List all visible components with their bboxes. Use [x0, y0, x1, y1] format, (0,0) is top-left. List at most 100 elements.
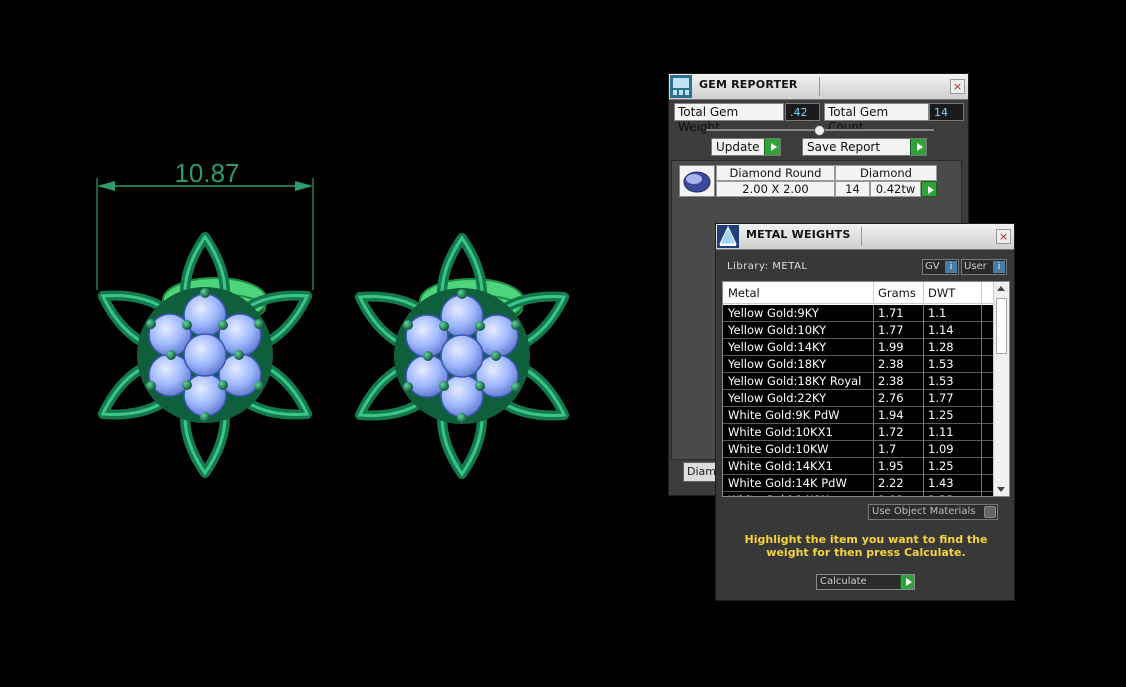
- titlebar-separator: [819, 77, 820, 96]
- table-row[interactable]: White Gold:10KW 1.7 1.09: [723, 441, 995, 458]
- earring-right: [354, 233, 570, 479]
- grams-cell: 1.72: [878, 425, 904, 439]
- column-separator: [873, 305, 874, 496]
- dwt-cell: 1.09: [928, 442, 954, 456]
- column-separator: [923, 282, 924, 304]
- dwt-cell: 1.53: [928, 374, 954, 388]
- total-gem-count-value: 14: [929, 103, 964, 121]
- grams-cell: 1.7: [878, 442, 897, 456]
- column-header-dwt[interactable]: DWT: [928, 286, 955, 300]
- column-separator: [981, 305, 982, 496]
- table-row[interactable]: Yellow Gold:18KY 2.38 1.53: [723, 356, 995, 373]
- gem-thumbnail[interactable]: [679, 165, 715, 197]
- grams-cell: 1.99: [878, 340, 904, 354]
- grams-cell: 1.91: [878, 493, 904, 496]
- table-row[interactable]: Yellow Gold:14KY 1.99 1.28: [723, 339, 995, 356]
- table-row[interactable]: White Gold:9K PdW 1.94 1.25: [723, 407, 995, 424]
- user-button[interactable]: User i: [961, 259, 1007, 275]
- dwt-cell: 1.25: [928, 408, 954, 422]
- grams-cell: 1.77: [878, 323, 904, 337]
- gem-slider-handle[interactable]: [814, 125, 825, 136]
- column-separator: [923, 305, 924, 496]
- table-row[interactable]: Yellow Gold:9KY 1.71 1.1: [723, 305, 995, 322]
- grams-cell: 2.38: [878, 374, 904, 388]
- dwt-cell: 1.11: [928, 425, 954, 439]
- total-gem-weight-label: Total Gem Weight: [674, 103, 784, 134]
- metal-name-cell: White Gold:14K PdW: [728, 476, 847, 490]
- metal-name-cell: White Gold:9K PdW: [728, 408, 840, 422]
- gem-reporter-title: GEM REPORTER: [699, 78, 798, 91]
- column-header-metal[interactable]: Metal: [728, 286, 760, 300]
- calculate-button[interactable]: Calculate: [816, 574, 915, 590]
- scroll-thumb[interactable]: [996, 298, 1007, 354]
- info-icon: i: [993, 261, 1005, 273]
- grams-cell: 2.22: [878, 476, 904, 490]
- grams-cell: 1.95: [878, 459, 904, 473]
- metal-name-cell: Yellow Gold:9KY: [728, 306, 819, 320]
- gem-size-cell[interactable]: 2.00 X 2.00: [716, 181, 835, 197]
- dimension-annotation: 10.87: [96, 158, 314, 290]
- save-report-button[interactable]: Save Report: [802, 138, 927, 156]
- gv-button-label: GV: [925, 261, 940, 272]
- gem-shape-cell[interactable]: Diamond Round: [716, 165, 835, 181]
- metal-name-cell: Yellow Gold:10KY: [728, 323, 827, 337]
- gem-reporter-titlebar[interactable]: GEM REPORTER ×: [669, 74, 968, 100]
- update-button[interactable]: Update: [711, 138, 781, 156]
- total-gem-weight-value: .42: [785, 103, 820, 121]
- metal-weights-close-button[interactable]: ×: [996, 229, 1011, 244]
- gem-reporter-icon: [670, 75, 692, 98]
- table-row[interactable]: Yellow Gold:10KY 1.77 1.14: [723, 322, 995, 339]
- library-label: Library: METAL: [727, 261, 808, 272]
- metal-table-scrollbar[interactable]: [993, 282, 1009, 496]
- dwt-cell: 1.23: [928, 493, 954, 496]
- table-row[interactable]: White Gold:14KW 1.91 1.23: [723, 492, 995, 496]
- table-row[interactable]: Yellow Gold:18KY Royal 2.38 1.53: [723, 373, 995, 390]
- model-viewport[interactable]: 10.87: [0, 0, 660, 687]
- user-button-label: User: [964, 261, 987, 272]
- scroll-down-icon[interactable]: [997, 487, 1005, 492]
- metal-name-cell: White Gold:14KX1: [728, 459, 833, 473]
- update-button-label: Update: [716, 140, 760, 154]
- gem-reporter-close-button[interactable]: ×: [950, 79, 965, 94]
- gem-weight-cell[interactable]: 0.42tw: [870, 181, 921, 197]
- grams-cell: 1.94: [878, 408, 904, 422]
- scroll-up-icon[interactable]: [997, 286, 1005, 291]
- use-object-materials-label: Use Object Materials: [872, 506, 976, 517]
- total-gem-count-label: Total Gem Count: [824, 103, 929, 134]
- diamond-round-icon: [683, 171, 711, 193]
- calculate-arrow-icon: [900, 575, 914, 589]
- metal-rows: Yellow Gold:9KY 1.71 1.1 Yellow Gold:10KY 1.…: [723, 305, 995, 496]
- gv-button[interactable]: GV i: [922, 259, 959, 275]
- table-row[interactable]: Yellow Gold:22KY 2.76 1.77: [723, 390, 995, 407]
- table-row[interactable]: White Gold:14K PdW 2.22 1.43: [723, 475, 995, 492]
- use-object-materials-toggle[interactable]: Use Object Materials: [868, 504, 998, 520]
- earring-left: [97, 232, 313, 478]
- gem-count-cell[interactable]: 14: [835, 181, 870, 197]
- metal-weights-icon: [717, 225, 739, 248]
- gem-detail-arrow-icon[interactable]: [921, 181, 937, 197]
- metal-weights-titlebar[interactable]: METAL WEIGHTS ×: [716, 224, 1014, 250]
- dwt-cell: 1.1: [928, 306, 947, 320]
- update-arrow-icon: [764, 139, 780, 155]
- table-row[interactable]: White Gold:10KX1 1.72 1.11: [723, 424, 995, 441]
- instruction-text: Highlight the item you want to find the …: [744, 533, 988, 559]
- dwt-cell: 1.43: [928, 476, 954, 490]
- metal-name-cell: White Gold:10KX1: [728, 425, 833, 439]
- column-header-grams[interactable]: Grams: [878, 286, 916, 300]
- save-report-button-label: Save Report: [807, 140, 881, 154]
- metal-name-cell: White Gold:10KW: [728, 442, 829, 456]
- dimension-label: 10.87: [174, 158, 239, 188]
- save-report-arrow-icon: [910, 139, 926, 155]
- column-separator: [873, 282, 874, 304]
- earring-model: 10.87: [96, 158, 570, 479]
- table-row[interactable]: White Gold:14KX1 1.95 1.25: [723, 458, 995, 475]
- calculate-button-label: Calculate: [820, 576, 867, 587]
- dwt-cell: 1.77: [928, 391, 954, 405]
- column-separator: [981, 282, 982, 304]
- metal-name-cell: Yellow Gold:14KY: [728, 340, 827, 354]
- metal-name-cell: Yellow Gold:18KY Royal: [728, 374, 862, 388]
- grams-cell: 2.76: [878, 391, 904, 405]
- metal-weights-panel: METAL WEIGHTS × Library: METAL GV i User…: [715, 223, 1015, 601]
- toggle-box-icon: [984, 506, 996, 518]
- gem-material-cell[interactable]: Diamond: [835, 165, 937, 181]
